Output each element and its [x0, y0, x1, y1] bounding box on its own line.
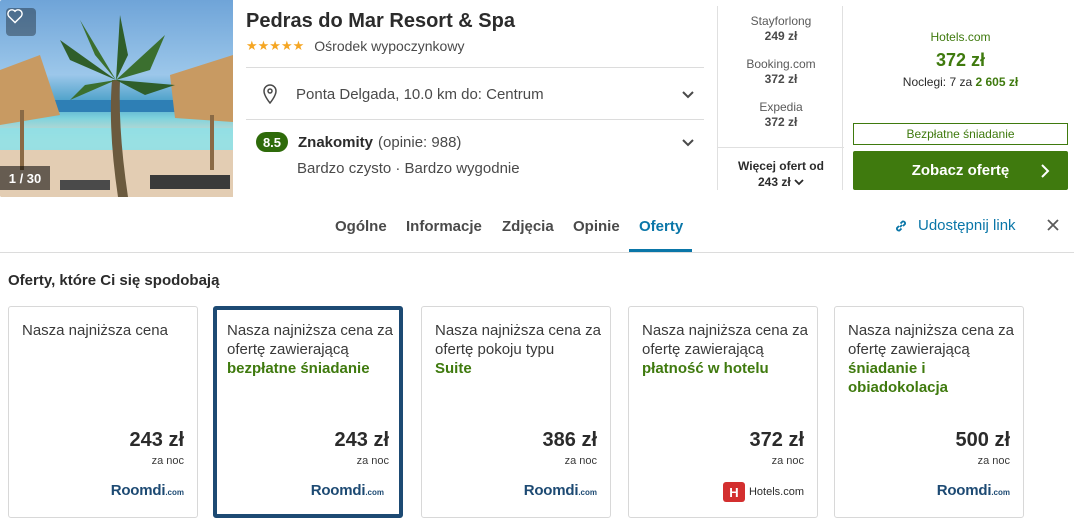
offer-desc-text: Nasza najniższa cena za ofertę zawierają…: [848, 322, 1014, 358]
roomdi-logo: Roomdi.com: [523, 482, 597, 499]
photo-counter: 1 / 30: [0, 166, 50, 190]
share-link-button[interactable]: Udostępnij link: [893, 217, 1016, 234]
offer-price: 372 zł: [749, 429, 804, 451]
location-pin-icon: [263, 84, 277, 104]
hotel-photo[interactable]: 1 / 30: [0, 0, 233, 197]
view-offer-button[interactable]: Zobacz ofertę: [853, 151, 1068, 190]
best-offer: Hotels.com 372 zł Noclegi: 7 za 2 605 zł…: [853, 0, 1068, 198]
offer-description: Nasza najniższa cena za ofertę zawierają…: [848, 321, 1018, 397]
roomdi-logo: Roomdi.com: [310, 482, 384, 499]
offer-description: Nasza najniższa cena za ofertę zawierają…: [642, 321, 812, 378]
provider-price: 249 zł: [764, 29, 798, 43]
divider: [246, 119, 704, 120]
offer-highlight: płatność w hotelu: [642, 360, 769, 377]
free-breakfast-badge: Bezpłatne śniadanie: [853, 123, 1068, 145]
rating-score-badge: 8.5: [256, 132, 288, 152]
offer-highlight: śniadanie i obiadokolacja: [848, 360, 949, 396]
offer-price: 386 zł: [542, 429, 597, 451]
provider-name: Booking.com: [746, 57, 816, 71]
offer-per-night: za noc: [151, 455, 184, 467]
roomdi-logo: Roomdi.com: [936, 482, 1010, 499]
link-icon: [896, 220, 906, 231]
offer-card[interactable]: Nasza najniższa cena 243 zł za noc Roomd…: [8, 306, 198, 518]
rating-count: (opinie: 988): [378, 133, 462, 151]
offer-highlight: bezpłatne śniadanie: [227, 360, 370, 377]
close-icon[interactable]: [1045, 217, 1061, 233]
offer-per-night: za noc: [356, 455, 389, 467]
rating-highlights: Bardzo czysto · Bardzo wygodnie: [297, 160, 520, 177]
more-offers-price-row: 243 zł: [718, 174, 844, 190]
hotel-card: 1 / 30 Pedras do Mar Resort & Spa ★★★★★ …: [0, 0, 1074, 198]
hotel-name[interactable]: Pedras do Mar Resort & Spa: [246, 10, 515, 33]
best-offer-price: 372 zł: [935, 50, 986, 70]
provider-price-stayforlong[interactable]: Stayforlong 249 zł: [718, 14, 844, 44]
hotel-category: Ośrodek wypoczynkowy: [314, 38, 465, 54]
offer-card[interactable]: Nasza najniższa cena za ofertę zawierają…: [213, 306, 403, 518]
offer-card[interactable]: Nasza najniższa cena za ofertę zawierają…: [834, 306, 1024, 518]
best-offer-provider: Hotels.com: [930, 30, 991, 44]
nights-text: Noclegi: 7 za: [902, 75, 973, 89]
chevron-down-icon[interactable]: [680, 86, 696, 102]
offer-price: 243 zł: [334, 429, 389, 451]
view-offer-label: Zobacz ofertę: [911, 162, 1010, 179]
roomdi-logo: Roomdi.com: [110, 482, 184, 499]
offer-per-night: za noc: [977, 455, 1010, 467]
tabs-bar: Ogólne Informacje Zdjęcia Opinie Oferty …: [0, 198, 1074, 253]
hotelscom-logo: H Hotels.com: [722, 482, 804, 502]
offer-highlight: Suite: [435, 360, 472, 377]
star-rating-icon: ★★★★★: [246, 38, 305, 53]
rating-row[interactable]: 8.5 Znakomity (opinie: 988): [246, 129, 704, 155]
offer-per-night: za noc: [771, 455, 804, 467]
tab-photos[interactable]: Zdjęcia: [502, 218, 554, 235]
location-text: Ponta Delgada, 10.0 km do: Centrum: [296, 85, 544, 103]
offer-desc-text: Nasza najniższa cena: [22, 322, 168, 339]
provider-price-expedia[interactable]: Expedia 372 zł: [718, 100, 844, 130]
provider-price: 372 zł: [764, 72, 798, 86]
share-link-label: Udostępnij link: [918, 217, 1016, 234]
total-price: 2 605 zł: [975, 75, 1019, 89]
chevron-right-icon: [1041, 164, 1050, 178]
provider-price-booking[interactable]: Booking.com 372 zł: [718, 57, 844, 87]
offer-desc-text: Nasza najniższa cena za ofertę zawierają…: [227, 322, 393, 358]
offer-price: 243 zł: [129, 429, 184, 451]
more-offers-button[interactable]: Więcej ofert od 243 zł: [718, 158, 844, 190]
tab-general[interactable]: Ogólne: [335, 218, 387, 235]
active-tab-indicator: [629, 249, 692, 252]
divider: [718, 147, 844, 148]
favorite-button[interactable]: [6, 8, 36, 36]
offer-description: Nasza najniższa cena: [22, 321, 192, 340]
best-offer-nights: Noclegi: 7 za 2 605 zł: [853, 75, 1068, 89]
offer-desc-text: Nasza najniższa cena za ofertę zawierają…: [642, 322, 808, 358]
chevron-down-icon: [794, 179, 804, 186]
offers-section-title: Oferty, które Ci się spodobają: [8, 272, 220, 289]
rating-label: Znakomity: [298, 133, 374, 151]
offer-card[interactable]: Nasza najniższa cena za ofertę zawierają…: [628, 306, 818, 518]
more-offers-label: Więcej ofert od: [738, 159, 824, 173]
price-comparison: Stayforlong 249 zł Booking.com 372 zł Ex…: [717, 6, 844, 190]
heart-icon: [7, 9, 23, 24]
provider-name: Stayforlong: [750, 14, 812, 28]
offer-price: 500 zł: [955, 429, 1010, 451]
offer-card[interactable]: Nasza najniższa cena za ofertę pokoju ty…: [421, 306, 611, 518]
offer-description: Nasza najniższa cena za ofertę zawierają…: [227, 321, 397, 378]
chevron-down-icon[interactable]: [680, 134, 696, 150]
divider: [246, 67, 704, 68]
more-offers-price: 243 zł: [757, 175, 791, 189]
offer-desc-text: Nasza najniższa cena za ofertę pokoju ty…: [435, 322, 601, 358]
tab-reviews[interactable]: Opinie: [573, 218, 620, 235]
offer-per-night: za noc: [564, 455, 597, 467]
tab-offers[interactable]: Oferty: [639, 218, 683, 235]
provider-name: Expedia: [759, 100, 803, 114]
offer-description: Nasza najniższa cena za ofertę pokoju ty…: [435, 321, 605, 378]
provider-price: 372 zł: [764, 115, 798, 129]
tab-info[interactable]: Informacje: [406, 218, 482, 235]
stars-row: ★★★★★ Ośrodek wypoczynkowy: [246, 38, 464, 54]
hotelscom-mark-icon: H: [722, 482, 745, 502]
location-row[interactable]: Ponta Delgada, 10.0 km do: Centrum: [246, 80, 704, 108]
